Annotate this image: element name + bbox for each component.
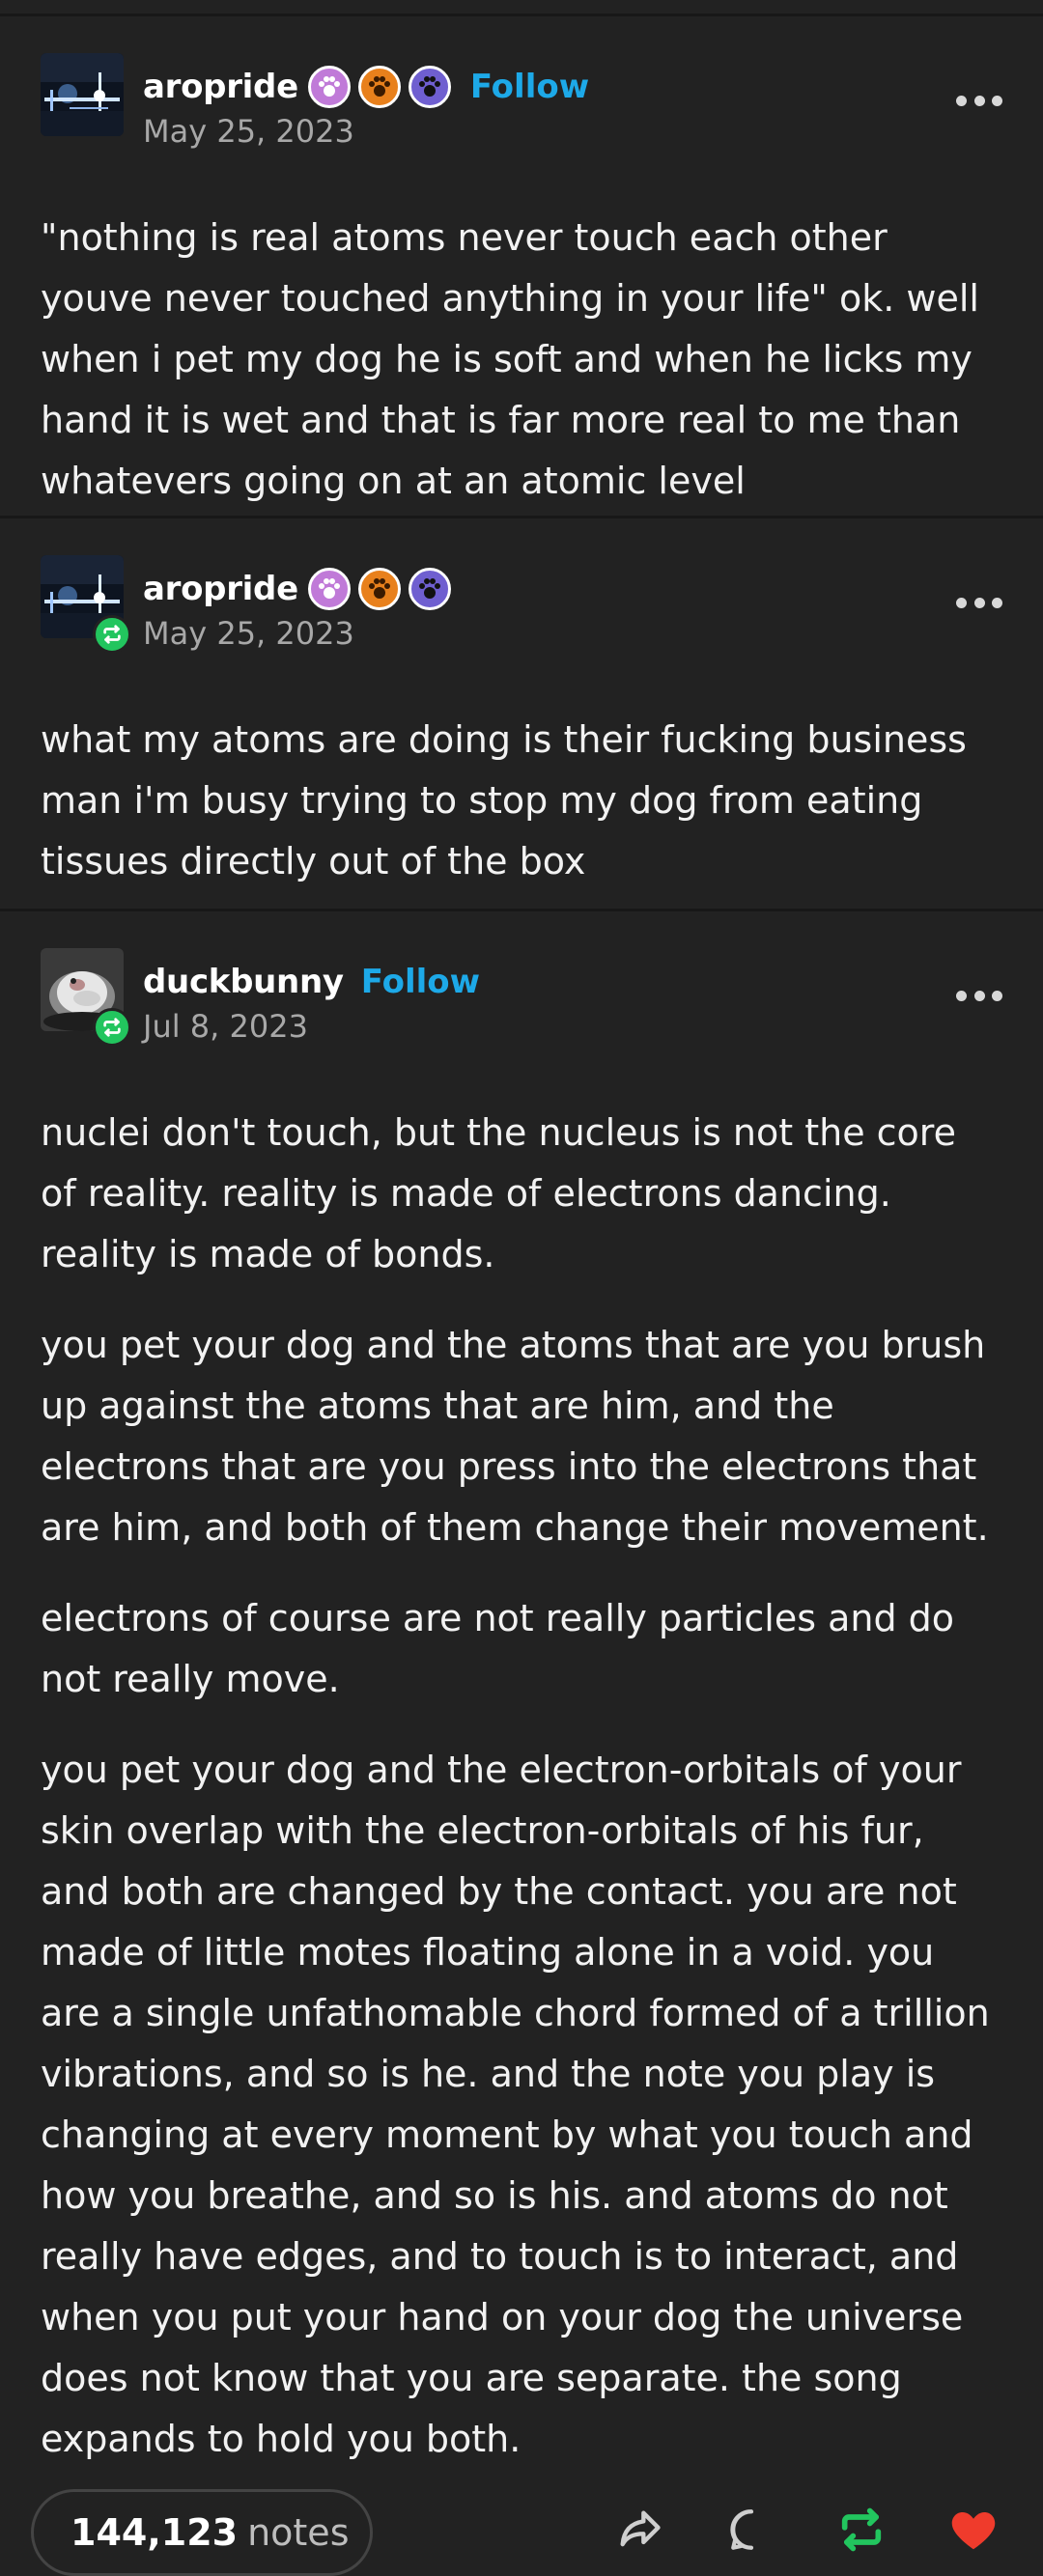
- reblog-icon[interactable]: [834, 2503, 888, 2557]
- post-paragraph: you pet your dog and the atoms that are …: [41, 1324, 989, 1549]
- post-footer: 144,123 notes: [0, 2489, 1043, 2576]
- username[interactable]: aropride: [143, 570, 298, 608]
- post-header: aropride May 25, 2023: [0, 518, 1043, 654]
- name-row: aropride Follow: [143, 63, 589, 111]
- username[interactable]: duckbunny: [143, 963, 344, 1001]
- post-body: "nothing is real atoms never touch each …: [0, 142, 1043, 552]
- paw-badge-icon[interactable]: [408, 568, 451, 610]
- post-header: aropride Follow May 25, 2023: [0, 16, 1043, 150]
- paw-badge-icon[interactable]: [408, 66, 451, 108]
- paw-badge-icon[interactable]: [307, 66, 351, 108]
- reply-icon[interactable]: [724, 2503, 778, 2557]
- badge-list: [307, 66, 459, 108]
- post-reblog: duckbunny Follow Jul 8, 2023 nuclei don'…: [0, 911, 1043, 2510]
- post-body: nuclei don't touch, but the nucleus is n…: [0, 1037, 1043, 2510]
- reblog-badge-icon: [93, 615, 131, 654]
- post-paragraph: you pet your dog and the electron-orbita…: [41, 1749, 990, 2460]
- reblog-badge-icon: [93, 1008, 131, 1047]
- post-date: May 25, 2023: [143, 113, 354, 150]
- paw-badge-icon[interactable]: [357, 568, 401, 610]
- post-date: May 25, 2023: [143, 615, 354, 652]
- badge-list: [307, 568, 459, 610]
- post-paragraph: "nothing is real atoms never touch each …: [41, 216, 979, 502]
- like-icon[interactable]: [946, 2503, 1001, 2557]
- post-original: aropride Follow May 25, 2023 "nothing is…: [0, 16, 1043, 518]
- follow-button[interactable]: Follow: [470, 68, 589, 106]
- notes-count: 144,123: [70, 2511, 239, 2554]
- post-body: what my atoms are doing is their fucking…: [0, 644, 1043, 933]
- name-row: duckbunny Follow: [143, 958, 480, 1006]
- share-icon[interactable]: [612, 2503, 666, 2557]
- post-paragraph: electrons of course are not really parti…: [41, 1597, 955, 1700]
- username[interactable]: aropride: [143, 68, 298, 106]
- avatar[interactable]: [41, 53, 124, 136]
- more-options-icon[interactable]: [956, 596, 1002, 609]
- paw-badge-icon[interactable]: [307, 568, 351, 610]
- notes-label: notes: [247, 2511, 350, 2554]
- top-divider: [0, 0, 1043, 16]
- notes-button[interactable]: 144,123 notes: [31, 2489, 373, 2576]
- post-date: Jul 8, 2023: [143, 1008, 308, 1045]
- follow-button[interactable]: Follow: [361, 963, 480, 1001]
- more-options-icon[interactable]: [956, 989, 1002, 1002]
- more-options-icon[interactable]: [956, 94, 1002, 107]
- post-header: duckbunny Follow Jul 8, 2023: [0, 911, 1043, 1047]
- post-paragraph: what my atoms are doing is their fucking…: [41, 718, 967, 882]
- post-paragraph: nuclei don't touch, but the nucleus is n…: [41, 1111, 956, 1275]
- post-reblog: aropride May 25, 2023 what my atoms are …: [0, 518, 1043, 911]
- paw-badge-icon[interactable]: [357, 66, 401, 108]
- name-row: aropride: [143, 565, 459, 613]
